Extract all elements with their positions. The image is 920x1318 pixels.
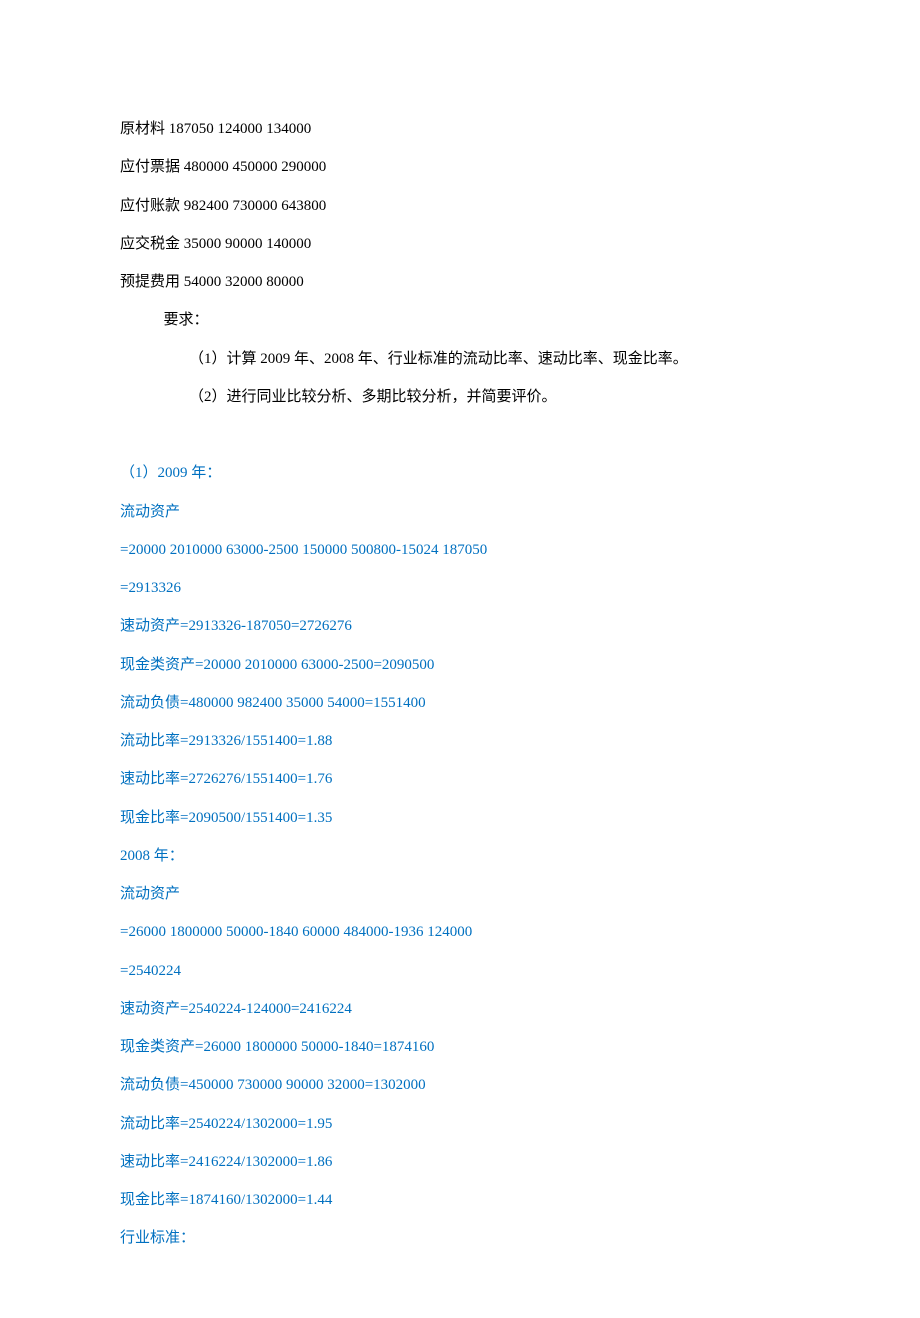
spacer [120,416,800,454]
answer-2009-line: 流动负债=480000 982400 35000 54000=1551400 [120,684,800,722]
answer-2008-line: =2540224 [120,952,800,990]
row-label: 应付账款 [120,198,180,214]
row-2008: 450000 [233,159,278,175]
row-std: 290000 [281,159,326,175]
row-std: 643800 [281,198,326,214]
requirements-label: 要求： [120,301,800,339]
answer-2009-line: 现金类资产=20000 2010000 63000-2500=2090500 [120,646,800,684]
row-label: 应交税金 [120,236,180,252]
answer-2009-line: 流动资产 [120,493,800,531]
row-std: 134000 [266,121,311,137]
answer-2009-line: =2913326 [120,569,800,607]
data-row-tax-payable: 应交税金 35000 90000 140000 [120,225,800,263]
row-2008: 730000 [233,198,278,214]
row-label: 原材料 [120,121,165,137]
row-2009: 35000 [184,236,222,252]
answer-2009-line: =20000 2010000 63000-2500 150000 500800-… [120,531,800,569]
row-2008: 90000 [225,236,263,252]
data-row-notes-payable: 应付票据 480000 450000 290000 [120,148,800,186]
row-2009: 480000 [184,159,229,175]
answer-2008-line: =26000 1800000 50000-1840 60000 484000-1… [120,913,800,951]
answer-2009-heading: （1）2009 年： [120,454,800,492]
answer-2009-line: 流动比率=2913326/1551400=1.88 [120,722,800,760]
answer-2008-line: 现金类资产=26000 1800000 50000-1840=1874160 [120,1028,800,1066]
answer-2009-line: 速动资产=2913326-187050=2726276 [120,607,800,645]
answer-2009-line: 现金比率=2090500/1551400=1.35 [120,799,800,837]
answer-2009-line: 速动比率=2726276/1551400=1.76 [120,760,800,798]
row-2009: 982400 [184,198,229,214]
answer-2008-line: 流动负债=450000 730000 90000 32000=1302000 [120,1066,800,1104]
answer-2008-line: 现金比率=1874160/1302000=1.44 [120,1181,800,1219]
data-row-accrued-expenses: 预提费用 54000 32000 80000 [120,263,800,301]
row-2009: 187050 [169,121,214,137]
requirement-2: （2）进行同业比较分析、多期比较分析，并简要评价。 [120,378,800,416]
row-label: 应付票据 [120,159,180,175]
row-std: 80000 [266,274,304,290]
data-row-raw-materials: 原材料 187050 124000 134000 [120,110,800,148]
data-row-accounts-payable: 应付账款 982400 730000 643800 [120,187,800,225]
document-page: 原材料 187050 124000 134000 应付票据 480000 450… [0,0,920,1318]
requirement-1: （1）计算 2009 年、2008 年、行业标准的流动比率、速动比率、现金比率。 [120,340,800,378]
answer-std-heading: 行业标准： [120,1219,800,1257]
answer-2008-line: 流动比率=2540224/1302000=1.95 [120,1105,800,1143]
row-2008: 124000 [218,121,263,137]
row-2008: 32000 [225,274,263,290]
answer-2008-heading: 2008 年： [120,837,800,875]
row-std: 140000 [266,236,311,252]
answer-2008-line: 速动比率=2416224/1302000=1.86 [120,1143,800,1181]
row-2009: 54000 [184,274,222,290]
answer-2008-line: 流动资产 [120,875,800,913]
answer-2008-line: 速动资产=2540224-124000=2416224 [120,990,800,1028]
row-label: 预提费用 [120,274,180,290]
